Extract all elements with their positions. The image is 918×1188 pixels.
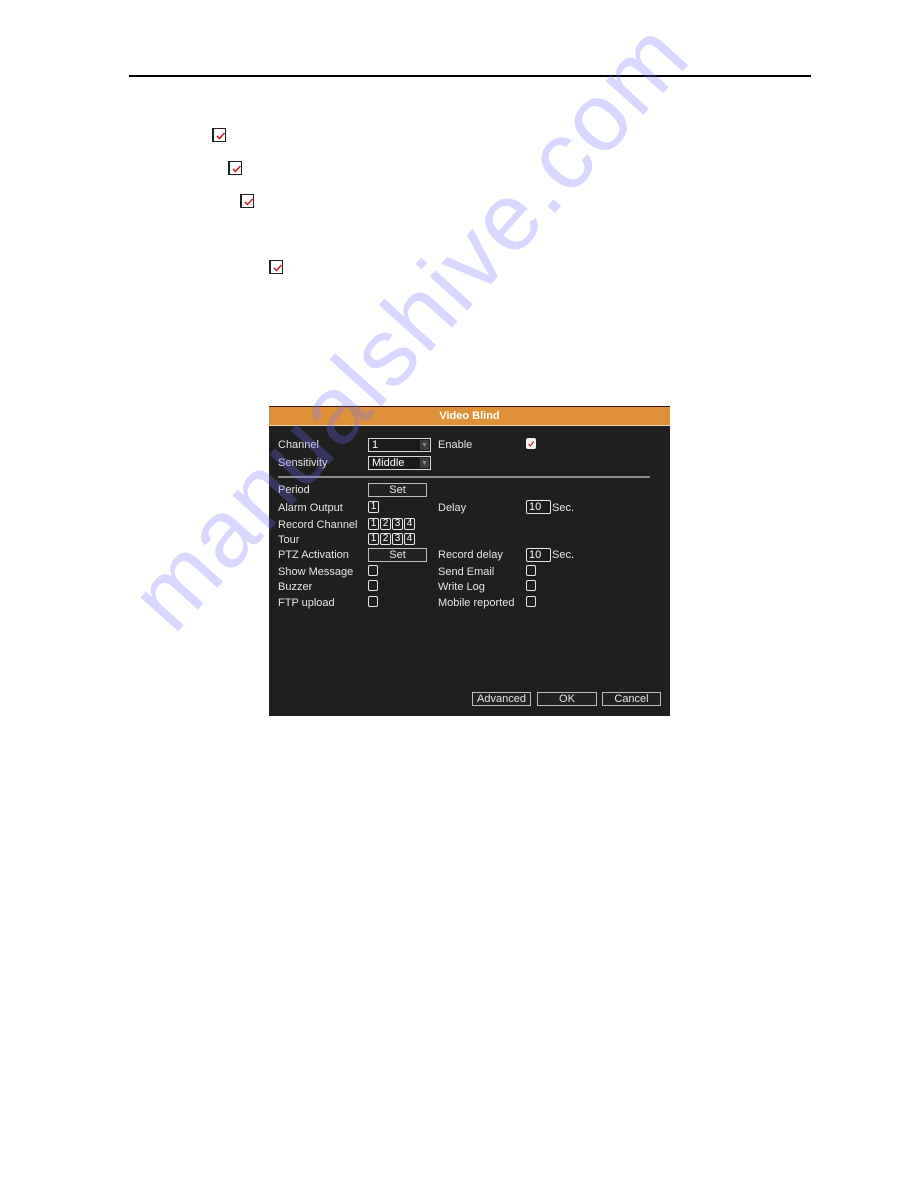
ftp-upload-label: FTP upload [278,597,335,609]
record-delay-label: Record delay [438,549,503,561]
chevron-down-icon: ▼ [420,458,429,468]
channel-value: 1 [372,439,379,451]
dialog-title: Video Blind [269,407,670,426]
delay-label: Delay [438,502,467,514]
ptz-activation-label: PTZ Activation [278,549,349,561]
period-set-button[interactable]: Set [368,483,427,497]
show-message-checkbox[interactable] [368,565,378,576]
tour-label: Tour [278,534,300,546]
mobile-reported-label: Mobile reported [438,597,515,609]
record-channel-2[interactable]: 2 [380,518,391,530]
checkbox-checked-icon [228,161,242,175]
buzzer-label: Buzzer [278,581,313,593]
ftp-upload-checkbox[interactable] [368,596,378,607]
write-log-label: Write Log [438,581,485,593]
sensitivity-dropdown[interactable]: Middle ▼ [368,456,431,470]
alarm-output-label: Alarm Output [278,502,343,514]
tour-channel-4[interactable]: 4 [404,533,415,545]
page-header-rule [129,75,811,77]
checkbox-checked-icon [269,260,283,274]
record-channel-1[interactable]: 1 [368,518,379,530]
enable-checkbox[interactable] [526,438,536,449]
cancel-button[interactable]: Cancel [602,692,661,706]
buzzer-checkbox[interactable] [368,580,378,591]
divider [278,476,650,478]
mobile-reported-checkbox[interactable] [526,596,536,607]
tour-channel-1[interactable]: 1 [368,533,379,545]
tour-channel-3[interactable]: 3 [392,533,403,545]
enable-label: Enable [438,439,473,451]
delay-input[interactable]: 10 [526,500,551,514]
record-channel-4[interactable]: 4 [404,518,415,530]
send-email-checkbox[interactable] [526,565,536,576]
tour-channel-2[interactable]: 2 [380,533,391,545]
checkbox-checked-icon [212,128,226,142]
channel-label: Channel [278,439,319,451]
ok-button[interactable]: OK [537,692,597,706]
alarm-output-channel-1[interactable]: 1 [368,501,379,513]
record-channel-3[interactable]: 3 [392,518,403,530]
record-channel-label: Record Channel [278,519,358,531]
ptz-set-button[interactable]: Set [368,548,427,562]
write-log-checkbox[interactable] [526,580,536,591]
video-blind-dialog: Video Blind Channel 1 ▼ Enable Sensitivi… [269,406,670,716]
chevron-down-icon: ▼ [420,440,429,450]
sensitivity-label: Sensitivity [278,457,328,469]
delay-unit: Sec. [552,502,575,514]
period-label: Period [278,484,310,496]
record-delay-input[interactable]: 10 [526,548,551,562]
show-message-label: Show Message [278,566,354,578]
checkbox-checked-icon [240,194,254,208]
channel-dropdown[interactable]: 1 ▼ [368,438,431,452]
sensitivity-value: Middle [372,457,405,469]
record-delay-unit: Sec. [552,549,575,561]
send-email-label: Send Email [438,566,495,578]
advanced-button[interactable]: Advanced [472,692,531,706]
